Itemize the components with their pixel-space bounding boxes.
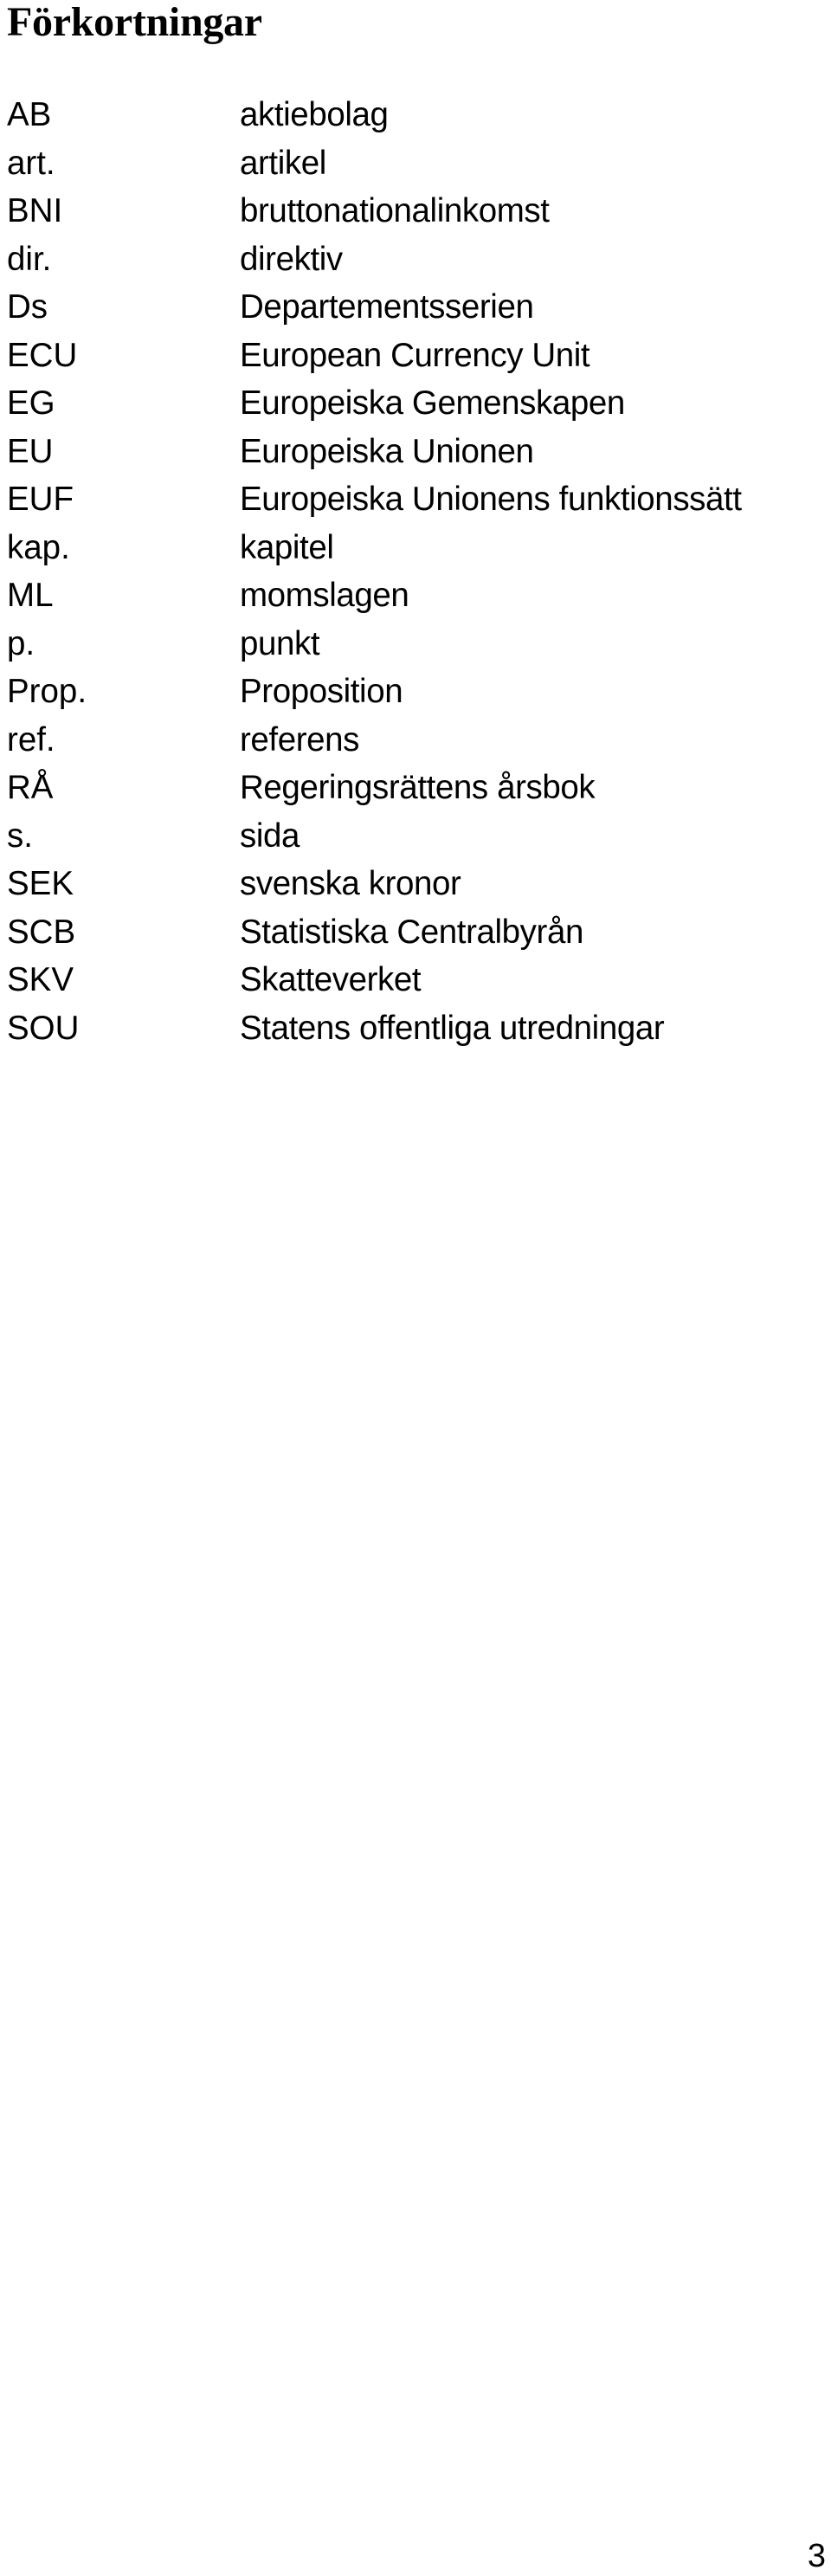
page-title: Förkortningar xyxy=(7,0,262,45)
abbreviation-term: RÅ xyxy=(7,769,54,806)
page-number: 3 xyxy=(807,2538,826,2574)
abbreviation-row: EG Europeiska Gemenskapen xyxy=(0,384,831,433)
abbreviation-row: ML momslagen xyxy=(0,577,831,625)
abbreviation-row: dir. direktiv xyxy=(0,241,831,289)
abbreviation-definition: bruttonationalinkomst xyxy=(240,192,550,229)
abbreviation-row: AB aktiebolag xyxy=(0,96,831,145)
abbreviation-definition: Europeiska Unionen xyxy=(240,432,534,470)
abbreviation-row: p. punkt xyxy=(0,625,831,674)
abbreviation-row: Ds Departementsserien xyxy=(0,288,831,337)
abbreviation-term: BNI xyxy=(7,192,63,229)
abbreviation-term: p. xyxy=(7,624,35,662)
abbreviation-definition: direktiv xyxy=(240,240,343,278)
abbreviation-term: s. xyxy=(7,817,33,855)
abbreviation-row: SKV Skatteverket xyxy=(0,961,831,1010)
abbreviation-definition: Regeringsrättens årsbok xyxy=(240,769,596,806)
abbreviation-definition: momslagen xyxy=(240,577,409,614)
abbreviation-definition: Proposition xyxy=(240,673,403,710)
abbreviation-definition: Statistiska Centralbyrån xyxy=(240,913,583,951)
abbreviation-row: s. sida xyxy=(0,817,831,866)
abbreviation-term: SEK xyxy=(7,865,74,902)
abbreviation-term: EG xyxy=(7,384,55,422)
abbreviation-definition: Statens offentliga utredningar xyxy=(240,1009,665,1047)
abbreviation-definition: aktiebolag xyxy=(240,96,389,133)
abbreviation-definition: Europeiska Gemenskapen xyxy=(240,384,625,422)
abbreviation-definition: Europeiska Unionens funktionssätt xyxy=(240,481,742,518)
abbreviation-row: EUF Europeiska Unionens funktionssätt xyxy=(0,481,831,529)
abbreviation-row: ref. referens xyxy=(0,721,831,770)
abbreviation-term: Ds xyxy=(7,288,48,326)
abbreviation-list: AB aktiebolag art. artikel BNI bruttonat… xyxy=(0,96,831,1057)
abbreviation-row: art. artikel xyxy=(0,145,831,193)
abbreviation-term: dir. xyxy=(7,240,52,278)
abbreviation-definition: sida xyxy=(240,817,300,855)
abbreviation-term: EUF xyxy=(7,481,74,518)
abbreviation-row: EU Europeiska Unionen xyxy=(0,433,831,481)
abbreviation-definition: referens xyxy=(240,720,360,759)
abbreviation-definition: svenska kronor xyxy=(240,865,461,902)
abbreviation-row: SEK svenska kronor xyxy=(0,865,831,914)
abbreviation-row: SCB Statistiska Centralbyrån xyxy=(0,914,831,962)
abbreviation-definition: Departementsserien xyxy=(240,288,534,326)
abbreviation-term: kap. xyxy=(7,528,70,566)
abbreviation-term: ECU xyxy=(7,336,78,374)
abbreviation-term: SCB xyxy=(7,913,76,951)
abbreviation-term: EU xyxy=(7,432,54,470)
abbreviation-definition: punkt xyxy=(240,624,320,662)
abbreviation-term: SOU xyxy=(7,1009,80,1047)
abbreviation-definition: kapitel xyxy=(240,528,334,566)
abbreviation-definition: artikel xyxy=(240,144,326,182)
abbreviation-row: SOU Statens offentliga utredningar xyxy=(0,1010,831,1058)
abbreviation-term: SKV xyxy=(7,961,74,998)
abbreviation-term: AB xyxy=(7,96,52,133)
abbreviation-term: ML xyxy=(7,577,54,614)
abbreviation-row: ECU European Currency Unit xyxy=(0,337,831,385)
abbreviation-term: art. xyxy=(7,144,55,182)
abbreviation-term: ref. xyxy=(7,720,55,759)
abbreviation-term: Prop. xyxy=(7,673,87,710)
abbreviation-definition: Skatteverket xyxy=(240,961,422,998)
abbreviation-row: BNI bruttonationalinkomst xyxy=(0,192,831,241)
abbreviation-row: RÅ Regeringsrättens årsbok xyxy=(0,769,831,817)
abbreviation-row: Prop. Proposition xyxy=(0,673,831,721)
abbreviation-row: kap. kapitel xyxy=(0,529,831,578)
abbreviation-definition: European Currency Unit xyxy=(240,336,590,374)
